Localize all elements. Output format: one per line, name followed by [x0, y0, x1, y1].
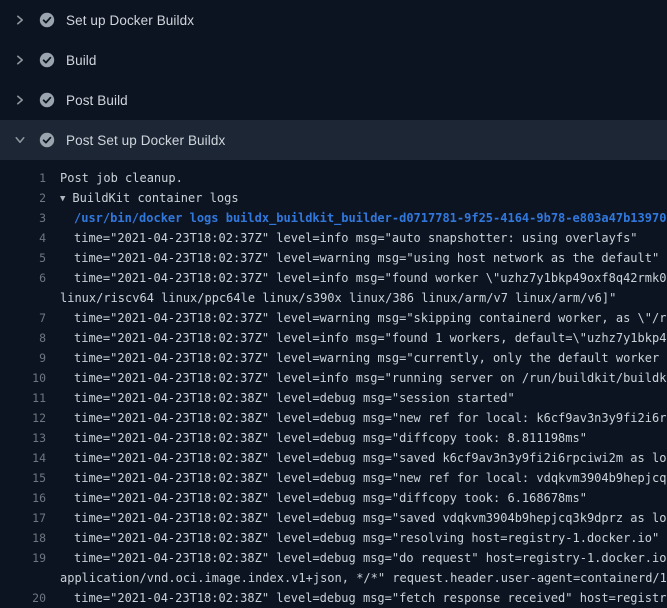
line-number[interactable]: 18 [0, 528, 46, 548]
log-text: time="2021-04-23T18:02:38Z" level=debug … [74, 588, 667, 608]
log-line: 3 /usr/bin/docker logs buildx_buildkit_b… [0, 208, 667, 228]
log-line: 8 time="2021-04-23T18:02:37Z" level=info… [0, 328, 667, 348]
log-text: time="2021-04-23T18:02:38Z" level=debug … [74, 508, 667, 528]
chevron-right-icon[interactable] [12, 52, 28, 68]
line-number[interactable]: 10 [0, 368, 46, 388]
log-text: application/vnd.oci.image.index.v1+json,… [60, 568, 667, 588]
check-circle-icon [39, 52, 55, 68]
line-number[interactable]: 11 [0, 388, 46, 408]
line-number[interactable]: 8 [0, 328, 46, 348]
check-circle-icon [39, 132, 55, 148]
log-text: time="2021-04-23T18:02:38Z" level=debug … [74, 388, 515, 408]
line-number[interactable]: 9 [0, 348, 46, 368]
chevron-right-icon[interactable] [12, 92, 28, 108]
log-text: time="2021-04-23T18:02:37Z" level=warnin… [74, 348, 667, 368]
line-number[interactable] [0, 288, 46, 308]
log-text: time="2021-04-23T18:02:37Z" level=warnin… [74, 308, 667, 328]
line-number[interactable]: 5 [0, 248, 46, 268]
log-line: 12 time="2021-04-23T18:02:38Z" level=deb… [0, 408, 667, 428]
line-number[interactable]: 17 [0, 508, 46, 528]
log-line: 13 time="2021-04-23T18:02:38Z" level=deb… [0, 428, 667, 448]
log-text: time="2021-04-23T18:02:38Z" level=debug … [74, 528, 659, 548]
log-line: application/vnd.oci.image.index.v1+json,… [0, 568, 667, 588]
line-number[interactable]: 6 [0, 268, 46, 288]
log-text: time="2021-04-23T18:02:37Z" level=info m… [74, 228, 638, 248]
step-title: Post Build [66, 93, 128, 108]
step-title: Build [66, 53, 97, 68]
log-line: 10 time="2021-04-23T18:02:37Z" level=inf… [0, 368, 667, 388]
log-group-title[interactable]: BuildKit container logs [72, 191, 238, 205]
log-line: 2 ▼ BuildKit container logs [0, 188, 667, 208]
log-text: Post job cleanup. [60, 168, 183, 188]
log-line: linux/riscv64 linux/ppc64le linux/s390x … [0, 288, 667, 308]
line-number[interactable]: 16 [0, 488, 46, 508]
log-line: 19 time="2021-04-23T18:02:38Z" level=deb… [0, 548, 667, 568]
step-title: Post Set up Docker Buildx [66, 133, 225, 148]
line-number[interactable]: 3 [0, 208, 46, 228]
line-number[interactable]: 14 [0, 448, 46, 468]
line-number[interactable]: 20 [0, 588, 46, 608]
log-text: time="2021-04-23T18:02:38Z" level=debug … [74, 468, 667, 488]
step-header-post-build[interactable]: Post Build [0, 80, 667, 120]
log-line: 11 time="2021-04-23T18:02:38Z" level=deb… [0, 388, 667, 408]
line-number[interactable]: 1 [0, 168, 46, 188]
log-text: time="2021-04-23T18:02:37Z" level=info m… [74, 368, 667, 388]
log-line: 6 time="2021-04-23T18:02:37Z" level=info… [0, 268, 667, 288]
line-number[interactable]: 13 [0, 428, 46, 448]
log-text: ▼ BuildKit container logs [60, 188, 239, 208]
line-number[interactable]: 12 [0, 408, 46, 428]
group-caret-icon[interactable]: ▼ [60, 189, 65, 208]
check-circle-icon [39, 12, 55, 28]
log-text: time="2021-04-23T18:02:37Z" level=info m… [74, 328, 667, 348]
log-line: 16 time="2021-04-23T18:02:38Z" level=deb… [0, 488, 667, 508]
log-line: 4 time="2021-04-23T18:02:37Z" level=info… [0, 228, 667, 248]
log-text: time="2021-04-23T18:02:38Z" level=debug … [74, 408, 667, 428]
line-number[interactable] [0, 568, 46, 588]
check-circle-icon [39, 92, 55, 108]
log-text: time="2021-04-23T18:02:37Z" level=warnin… [74, 248, 659, 268]
log-text: linux/riscv64 linux/ppc64le linux/s390x … [60, 288, 616, 308]
workflow-steps-list: Set up Docker Buildx Build Post Build Po… [0, 0, 667, 160]
line-number[interactable]: 19 [0, 548, 46, 568]
log-pane: 1 Post job cleanup. 2 ▼ BuildKit containe… [0, 160, 667, 608]
line-number[interactable]: 4 [0, 228, 46, 248]
log-line: 7 time="2021-04-23T18:02:37Z" level=warn… [0, 308, 667, 328]
log-line: 18 time="2021-04-23T18:02:38Z" level=deb… [0, 528, 667, 548]
log-line: 14 time="2021-04-23T18:02:38Z" level=deb… [0, 448, 667, 468]
log-text: time="2021-04-23T18:02:38Z" level=debug … [74, 448, 667, 468]
chevron-right-icon[interactable] [12, 12, 28, 28]
chevron-down-icon[interactable] [12, 132, 28, 148]
step-title: Set up Docker Buildx [66, 13, 194, 28]
step-header-post-setup-docker-buildx[interactable]: Post Set up Docker Buildx [0, 120, 667, 160]
log-line: 17 time="2021-04-23T18:02:38Z" level=deb… [0, 508, 667, 528]
log-line: 5 time="2021-04-23T18:02:37Z" level=warn… [0, 248, 667, 268]
log-text: time="2021-04-23T18:02:38Z" level=debug … [74, 428, 587, 448]
line-number[interactable]: 15 [0, 468, 46, 488]
log-text: time="2021-04-23T18:02:38Z" level=debug … [74, 548, 667, 568]
log-line: 20 time="2021-04-23T18:02:38Z" level=deb… [0, 588, 667, 608]
log-line: 9 time="2021-04-23T18:02:37Z" level=warn… [0, 348, 667, 368]
log-line: 1 Post job cleanup. [0, 168, 667, 188]
log-text: time="2021-04-23T18:02:37Z" level=info m… [74, 268, 667, 288]
log-line: 15 time="2021-04-23T18:02:38Z" level=deb… [0, 468, 667, 488]
line-number[interactable]: 7 [0, 308, 46, 328]
step-header-build[interactable]: Build [0, 40, 667, 80]
log-text: /usr/bin/docker logs buildx_buildkit_bui… [74, 208, 666, 228]
line-number[interactable]: 2 [0, 188, 46, 208]
log-text: time="2021-04-23T18:02:38Z" level=debug … [74, 488, 587, 508]
step-header-setup-docker-buildx[interactable]: Set up Docker Buildx [0, 0, 667, 40]
